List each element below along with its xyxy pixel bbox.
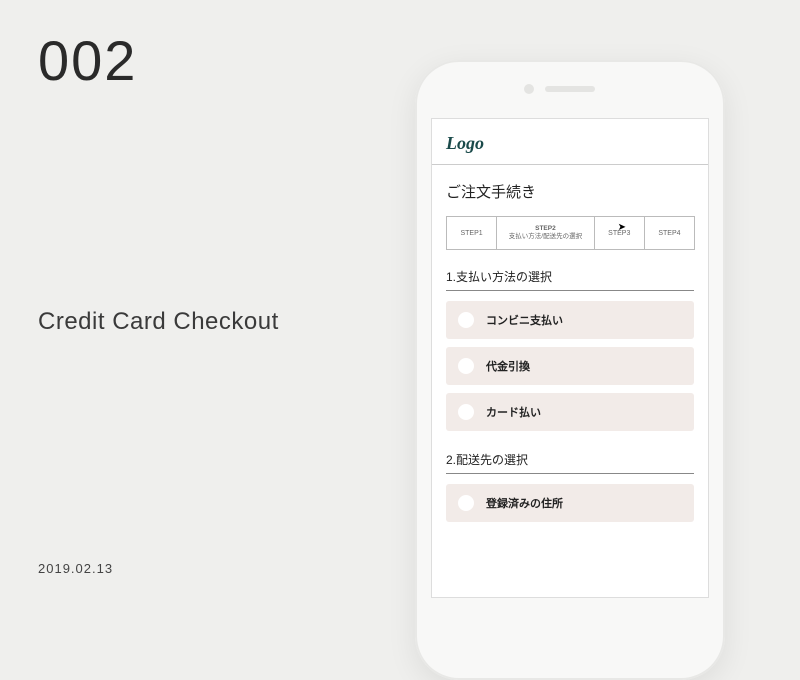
progress-steps: STEP1 STEP2 支払い方法/配送先の選択 STEP3 STEP4 ➤	[446, 216, 694, 250]
step-label: STEP4	[658, 230, 680, 237]
payment-option-konbini[interactable]: コンビニ支払い	[446, 301, 694, 339]
challenge-title: Credit Card Checkout	[38, 308, 279, 336]
radio-icon	[458, 404, 474, 420]
step-label: STEP2	[535, 225, 556, 233]
section-payment-title: 1.支払い方法の選択	[446, 268, 694, 291]
payment-option-card[interactable]: カード払い	[446, 393, 694, 431]
step-4[interactable]: STEP4	[644, 216, 695, 250]
payment-option-cod[interactable]: 代金引換	[446, 347, 694, 385]
option-label: コンビニ支払い	[486, 312, 563, 328]
radio-icon	[458, 312, 474, 328]
section-shipping-title: 2.配送先の選択	[446, 451, 694, 474]
divider	[432, 164, 708, 165]
step-label: STEP1	[460, 230, 482, 237]
option-label: 登録済みの住所	[486, 495, 563, 511]
phone-screen: Logo ご注文手続き STEP1 STEP2 支払い方法/配送先の選択 STE…	[431, 118, 709, 598]
radio-icon	[458, 358, 474, 374]
option-label: 代金引換	[486, 358, 530, 374]
challenge-number: 002	[38, 28, 137, 93]
step-1[interactable]: STEP1	[446, 216, 497, 250]
app-logo: Logo	[446, 131, 694, 164]
step-2[interactable]: STEP2 支払い方法/配送先の選択	[496, 216, 595, 250]
step-sublabel: 支払い方法/配送先の選択	[509, 233, 582, 241]
cursor-icon: ➤	[618, 222, 626, 233]
shipping-option-saved[interactable]: 登録済みの住所	[446, 484, 694, 522]
phone-frame: Logo ご注文手続き STEP1 STEP2 支払い方法/配送先の選択 STE…	[415, 60, 725, 680]
challenge-date: 2019.02.13	[38, 561, 113, 576]
option-label: カード払い	[486, 404, 541, 420]
radio-icon	[458, 495, 474, 511]
order-title: ご注文手続き	[446, 181, 694, 202]
